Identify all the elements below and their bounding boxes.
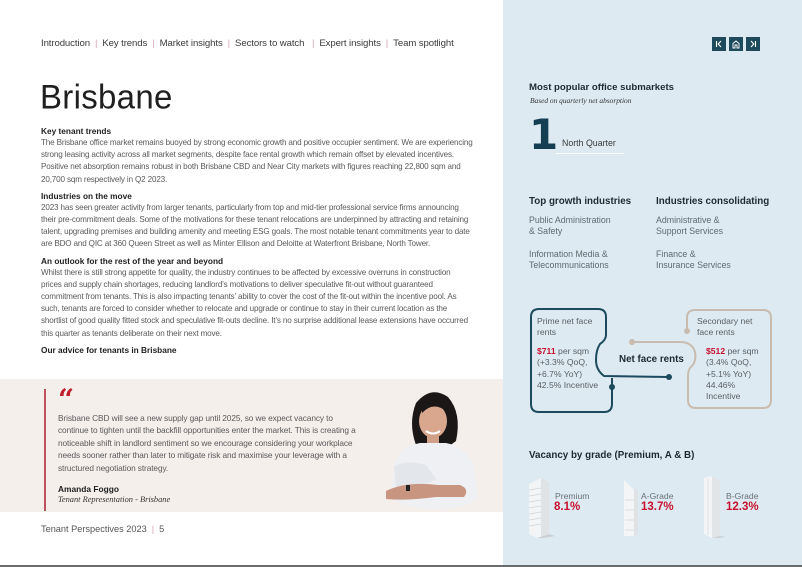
secondary-rent-label: Secondary net face rents xyxy=(697,316,753,338)
a-grade-label: A-Grade xyxy=(641,491,674,501)
nav-expert-insights[interactable]: Expert insights xyxy=(319,38,381,49)
secondary-rent-unit: per sqm xyxy=(727,346,759,356)
page-title: Brisbane xyxy=(40,77,173,116)
section-industries-on-the-move: Industries on the move 2023 has seen gre… xyxy=(41,191,473,251)
submarket-rank: 1 xyxy=(529,110,559,159)
nav-separator: | xyxy=(385,38,389,49)
prime-rent-details: $711 per sqm (+3.3% QoQ, +6.7% YoY) 42.5… xyxy=(537,346,603,391)
b-grade-vacancy-value: 12.3% xyxy=(726,501,759,513)
secondary-rent-incentive: 44.46% Incentive xyxy=(706,379,741,402)
quote-author-name: Amanda Foggo xyxy=(58,484,119,494)
section-heading: Industries on the move xyxy=(41,190,132,201)
submarket-underline xyxy=(556,153,624,154)
quote-author-role: Tenant Representation - Brisbane xyxy=(58,495,171,504)
section-heading: Key tenant trends xyxy=(41,126,112,136)
premium-building-icon xyxy=(528,478,555,538)
footer-separator: | xyxy=(151,524,155,534)
page-nav-buttons xyxy=(712,37,760,51)
section-text: 2023 has seen greater activity from larg… xyxy=(41,202,470,249)
publication-name: Tenant Perspectives 2023 xyxy=(41,524,147,534)
next-page-icon xyxy=(750,40,757,48)
growth-industry-item: Information Media & Telecommunications xyxy=(529,249,609,271)
home-icon xyxy=(732,40,740,49)
prime-rent-incentive: 42.5% Incentive xyxy=(537,379,599,390)
prime-rent-unit: per sqm xyxy=(558,346,590,356)
quote-text: Brisbane CBD will see a new supply gap u… xyxy=(58,413,356,473)
growth-industry-item: Public Administration & Safety xyxy=(529,215,611,237)
prime-rent-label: Prime net face rents xyxy=(537,316,593,338)
author-photo xyxy=(386,392,478,509)
submarkets-subheading: Based on quarterly net absorption xyxy=(530,96,632,105)
submarkets-heading: Most popular office submarkets xyxy=(529,82,674,93)
prime-rent-change: (+3.3% QoQ, +6.7% YoY) xyxy=(537,357,588,379)
nav-separator: | xyxy=(309,38,315,49)
section-heading: An outlook for the rest of the year and … xyxy=(41,255,224,266)
prev-page-button[interactable] xyxy=(712,37,726,51)
consolidating-industry-item: Finance & Insurance Services xyxy=(656,249,731,271)
nav-introduction[interactable]: Introduction xyxy=(41,38,90,49)
quote-block: “ Brisbane CBD will see a new supply gap… xyxy=(0,379,503,512)
nav-separator: | xyxy=(152,38,155,49)
section-key-tenant-trends: Key tenant trends The Brisbane office ma… xyxy=(41,126,473,186)
quote-accent-bar xyxy=(44,389,46,511)
nav-separator: | xyxy=(94,38,98,49)
next-page-button[interactable] xyxy=(746,37,760,51)
secondary-rent-price: $512 xyxy=(706,346,726,356)
section-advice: Our advice for tenants in Brisbane xyxy=(41,345,473,356)
consolidating-industry-item: Administrative & Support Services xyxy=(656,215,723,237)
nav-key-trends[interactable]: Key trends xyxy=(102,38,147,49)
net-face-rents-label: Net face rents xyxy=(619,354,684,365)
report-page: Introduction | Key trends | Market insights |… xyxy=(0,0,802,565)
article-body: Key tenant trends The Brisbane office ma… xyxy=(41,126,473,361)
nav-market-insights[interactable]: Market insights xyxy=(160,38,223,49)
home-button[interactable] xyxy=(729,37,743,51)
consolidating-industries-heading: Industries consolidating xyxy=(656,196,770,207)
premium-label: Premium xyxy=(555,491,590,501)
section-text: The Brisbane office market remains buoye… xyxy=(41,138,473,184)
b-grade-label: B-Grade xyxy=(726,491,759,501)
secondary-rent-details: $512 per sqm (3.4% QoQ, +5.1% YoY) 44.46… xyxy=(706,346,766,402)
nav-sectors-to-watch[interactable]: Sectors to watch xyxy=(235,38,304,49)
prev-page-icon xyxy=(715,40,722,48)
nav-separator: | xyxy=(227,38,231,49)
quote-mark-icon: “ xyxy=(58,383,75,416)
secondary-rent-change: (3.4% QoQ, +5.1% YoY) xyxy=(706,357,752,379)
nav-team-spotlight[interactable]: Team spotlight xyxy=(393,38,454,49)
page-footer: Tenant Perspectives 2023 | 5 xyxy=(41,524,164,534)
prime-rent-price: $711 xyxy=(537,346,556,356)
page-number: 5 xyxy=(159,524,165,534)
premium-vacancy-value: 8.1% xyxy=(554,501,581,513)
a-grade-building-icon xyxy=(624,480,638,536)
section-text: Whilst there is still strong appetite fo… xyxy=(41,267,468,338)
b-grade-building-icon xyxy=(704,476,726,538)
section-nav: Introduction | Key trends | Market insights |… xyxy=(41,38,454,49)
left-column: Introduction | Key trends | Market insights |… xyxy=(0,0,503,565)
section-outlook: An outlook for the rest of the year and … xyxy=(41,256,473,340)
vacancy-heading: Vacancy by grade (Premium, A & B) xyxy=(529,450,695,461)
section-heading: Our advice for tenants in Brisbane xyxy=(41,344,177,355)
a-grade-vacancy-value: 13.7% xyxy=(641,501,674,513)
submarket-name: North Quarter xyxy=(562,138,616,148)
growth-industries-heading: Top growth industries xyxy=(529,196,632,207)
